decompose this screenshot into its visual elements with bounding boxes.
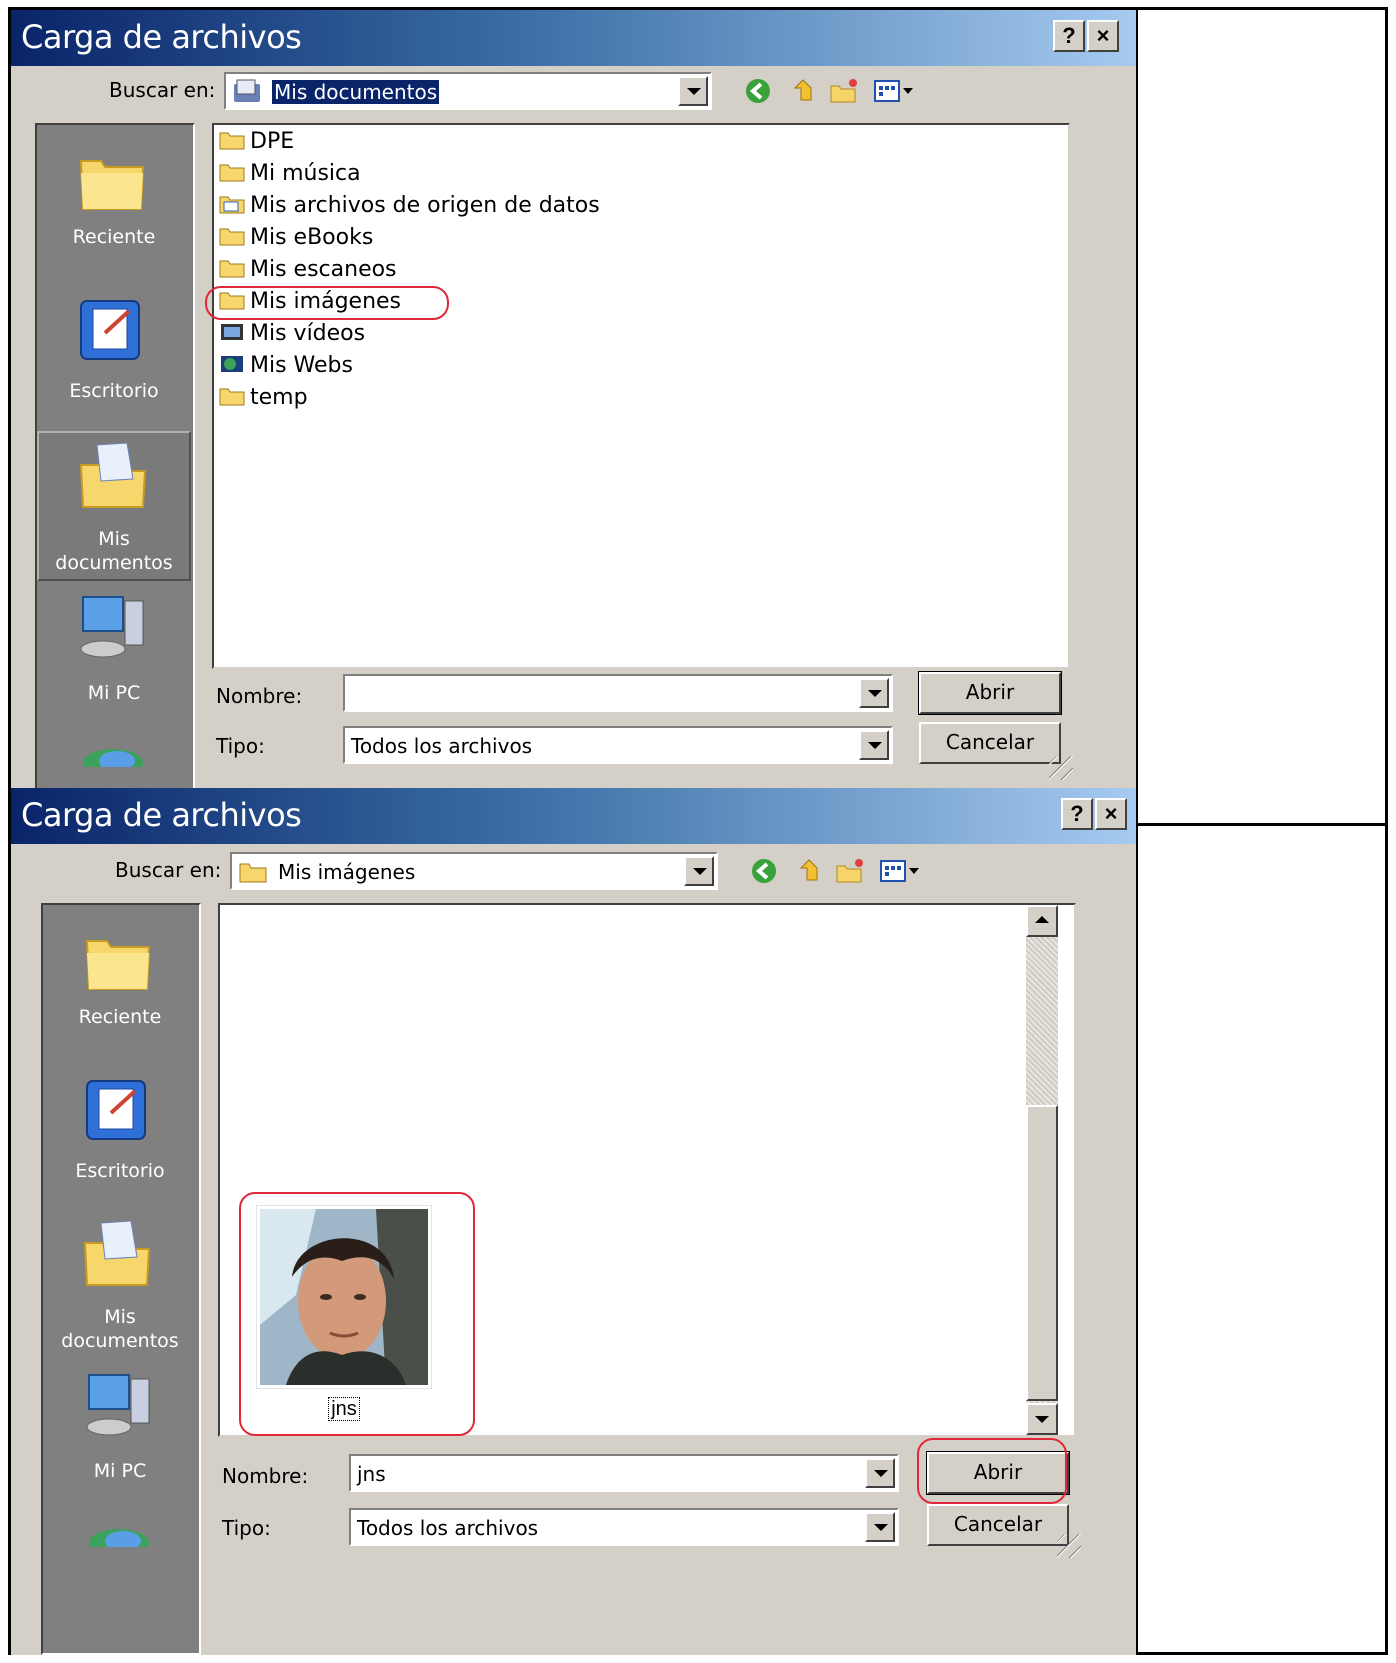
look-in-dropdown-button[interactable] [684,856,714,886]
folder-icon [239,863,267,883]
desktop-icon [86,1080,146,1140]
scroll-thumb[interactable] [1026,1105,1058,1401]
file-name-field[interactable]: jns [349,1454,899,1492]
my-computer-icon [86,1374,150,1436]
network-places-icon[interactable] [73,737,153,767]
list-item[interactable]: Mis Webs [218,351,353,381]
file-type-select[interactable]: Todos los archivos [349,1508,899,1546]
scroll-up-button[interactable] [1026,905,1058,937]
video-folder-icon [221,324,243,340]
file-type-label: Tipo: [216,734,265,758]
my-computer-icon [80,596,144,658]
resize-grip[interactable] [1049,756,1073,780]
toolbar [739,74,919,110]
my-documents-icon [234,79,260,102]
dialog-title: Carga de archivos [21,796,302,834]
help-button[interactable]: ? [1053,20,1085,52]
desktop-icon [80,300,140,360]
place-desktop[interactable]: Escritorio [43,1059,197,1209]
file-list[interactable]: DPE Mi música Mis archivos de origen de … [212,123,1070,669]
highlight-annotation [239,1192,475,1436]
title-bar[interactable]: Carga de archivos ? × [11,10,1136,66]
close-button[interactable]: × [1095,798,1127,830]
place-my-documents[interactable]: Mis documentos [43,1211,197,1361]
highlight-annotation [917,1438,1067,1504]
folder-icon [219,388,245,406]
list-item[interactable]: Mis archivos de origen de datos [218,191,600,221]
table-column-divider [1136,825,1138,1655]
look-in-dropdown-button[interactable] [678,76,708,106]
open-button[interactable]: Abrir [918,671,1062,715]
folder-icon [219,132,245,150]
file-type-select[interactable]: Todos los archivos [343,726,893,764]
place-recent[interactable]: Reciente [43,905,197,1059]
up-one-level-icon[interactable] [787,76,817,106]
help-button[interactable]: ? [1061,798,1093,830]
back-icon[interactable] [743,76,773,106]
file-type-label: Tipo: [222,1516,271,1540]
view-menu-icon[interactable] [873,76,917,106]
places-bar: Reciente Escritorio Mis documentos Mi PC [41,903,201,1655]
place-recent[interactable]: Reciente [37,125,191,279]
file-upload-dialog-2: Carga de archivos ? × Buscar en: Mis imá… [11,788,1136,1655]
up-one-level-icon[interactable] [793,856,823,886]
look-in-label: Buscar en: [109,78,216,102]
file-name-field[interactable] [343,674,893,712]
highlight-annotation [205,286,449,320]
look-in-label: Buscar en: [115,858,222,882]
title-bar[interactable]: Carga de archivos ? × [11,788,1136,844]
file-type-dropdown-button[interactable] [859,730,889,760]
network-places-icon[interactable] [79,1517,159,1547]
folder-icon [219,260,245,278]
cancel-button[interactable]: Cancelar [919,722,1061,764]
place-desktop[interactable]: Escritorio [37,279,191,429]
file-name-label: Nombre: [216,684,303,708]
file-type-dropdown-button[interactable] [865,1512,895,1542]
back-icon[interactable] [749,856,779,886]
look-in-combo[interactable]: Mis documentos [224,72,712,110]
recent-folder-icon [79,160,145,210]
file-name-dropdown-button[interactable] [865,1458,895,1488]
new-folder-icon[interactable] [835,856,865,886]
look-in-value: Mis documentos [270,79,441,105]
place-my-computer[interactable]: Mi PC [43,1361,197,1511]
my-documents-folder-icon [83,1220,151,1286]
list-item[interactable]: Mi música [218,159,361,189]
list-item[interactable]: Mis escaneos [218,255,397,285]
recent-folder-icon [85,940,151,990]
new-folder-icon[interactable] [829,76,859,106]
list-item[interactable]: Mis eBooks [218,223,373,253]
folder-icon [219,228,245,246]
data-source-folder-icon [219,196,245,214]
file-name-dropdown-button[interactable] [859,678,889,708]
file-upload-dialog-1: Carga de archivos ? × Buscar en: Mis doc… [11,10,1136,823]
list-item[interactable]: Mis vídeos [218,319,365,349]
list-item[interactable]: DPE [218,127,294,157]
file-name-label: Nombre: [222,1464,309,1488]
dialog-title: Carga de archivos [21,18,302,56]
folder-icon [219,164,245,182]
resize-grip[interactable] [1057,1534,1081,1558]
places-bar: Reciente Escritorio Mis documentos Mi PC [35,123,195,823]
place-my-computer[interactable]: Mi PC [37,583,191,733]
vertical-scrollbar[interactable] [1026,905,1058,1435]
cancel-button[interactable]: Cancelar [927,1504,1069,1546]
place-my-documents[interactable]: Mis documentos [37,431,191,581]
list-item[interactable]: temp [218,383,308,413]
look-in-value: Mis imágenes [278,860,416,884]
toolbar [745,854,925,890]
view-menu-icon[interactable] [879,856,923,886]
close-button[interactable]: × [1087,20,1119,52]
table-column-divider [1136,7,1138,825]
my-documents-folder-icon [79,442,147,508]
look-in-combo[interactable]: Mis imágenes [230,852,718,890]
web-folder-icon [221,356,243,372]
scroll-down-button[interactable] [1026,1403,1058,1435]
